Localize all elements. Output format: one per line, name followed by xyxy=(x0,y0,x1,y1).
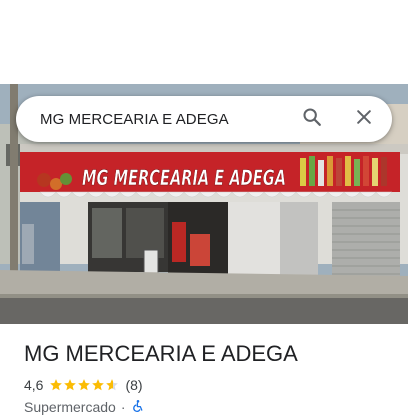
close-button[interactable] xyxy=(344,99,384,139)
place-info: MG MERCEARIA E ADEGA 4,6 (8) Supermercad… xyxy=(24,340,396,416)
review-count[interactable]: (8) xyxy=(125,377,142,393)
star-icon xyxy=(64,379,77,391)
search-button[interactable] xyxy=(292,99,332,139)
star-rating xyxy=(49,378,119,392)
top-whitespace xyxy=(0,0,408,84)
separator: · xyxy=(120,399,126,415)
category-row: Supermercado · xyxy=(24,398,396,416)
close-icon xyxy=(354,107,374,132)
search-input[interactable]: MG MERCEARIA E ADEGA xyxy=(40,111,292,128)
wheelchair-icon xyxy=(131,399,145,416)
star-icon xyxy=(106,379,119,391)
star-icon xyxy=(78,379,91,391)
rating-value: 4,6 xyxy=(24,377,44,393)
place-category: Supermercado xyxy=(24,399,116,415)
storefront-sign-text: MG MERCEARIA E ADEGA xyxy=(82,166,286,190)
search-icon xyxy=(301,106,323,133)
star-icon xyxy=(92,379,105,391)
search-bar[interactable]: MG MERCEARIA E ADEGA xyxy=(16,96,392,142)
star-icon xyxy=(50,379,63,391)
place-name: MG MERCEARIA E ADEGA xyxy=(24,341,298,366)
rating-row[interactable]: 4,6 (8) xyxy=(24,376,396,394)
